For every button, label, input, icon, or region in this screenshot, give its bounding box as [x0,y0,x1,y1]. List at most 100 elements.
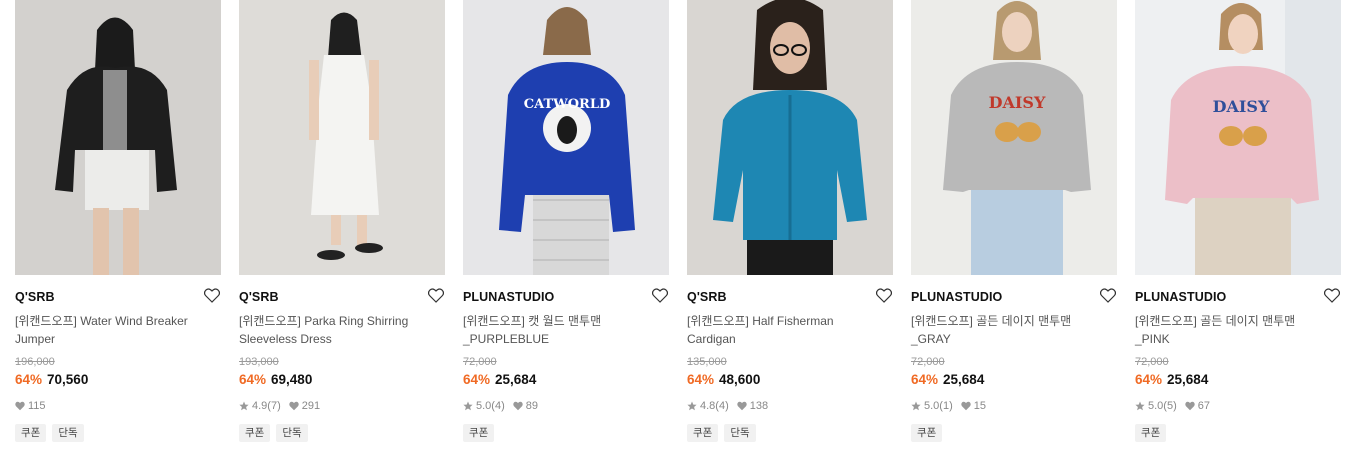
graphic-text: DAISY [989,93,1046,112]
product-name-line2: Sleeveless Dress [239,332,332,346]
original-price: 196,000 [15,356,55,368]
sale-price: 48,600 [719,372,761,387]
star-icon [1135,401,1145,411]
tag-list: 쿠폰 [463,424,500,442]
review-count: (4) [491,400,505,412]
product-name[interactable]: [위캔드오프] 캣 월드 맨투맨 _PURPLEBLUE [463,312,663,348]
product-card[interactable]: Q'SRB [위캔드오프] Parka Ring Shirring Sleeve… [239,0,445,460]
likes: 138 [737,400,768,412]
product-image[interactable]: CATWORLD [463,0,669,275]
graphic-text: DAISY [1213,97,1270,116]
discount-rate: 64% [1135,372,1163,387]
sale-price: 25,684 [1167,372,1209,387]
rating: 5.0 (1) [911,400,953,412]
heart-icon[interactable] [876,288,892,303]
like-count: 138 [749,400,769,412]
product-name-line2: Jumper [15,332,56,346]
product-card[interactable]: DAISY PLUNASTUDIO [위캔드오프] 골든 데이지 맨투맨 _GR… [911,0,1117,460]
brand-name[interactable]: PLUNASTUDIO [1135,290,1226,304]
product-name[interactable]: [위캔드오프] 골든 데이지 맨투맨 _GRAY [911,312,1111,348]
price-line: 64% 25,684 [463,372,536,387]
exclusive-tag: 단독 [276,424,308,442]
review-count: (7) [267,400,281,412]
product-name[interactable]: [위캔드오프] 골든 데이지 맨투맨 _PINK [1135,312,1335,348]
sale-price: 70,560 [47,372,89,387]
likes: 67 [1185,400,1210,412]
sale-price: 25,684 [495,372,537,387]
coupon-tag: 쿠폰 [687,424,719,442]
product-image[interactable]: DAISY [1135,0,1341,275]
brand-name[interactable]: Q'SRB [239,290,279,304]
brand-name[interactable]: PLUNASTUDIO [911,290,1002,304]
discount-rate: 64% [463,372,491,387]
price-line: 64% 25,684 [911,372,984,387]
like-heart-icon [1185,401,1195,411]
rating-value: 4.9 [252,400,268,412]
product-name-line1: [위캔드오프] 골든 데이지 맨투맨 [1135,314,1296,328]
product-name-line1: [위캔드오프] Water Wind Breaker [15,314,188,328]
rating-value: 5.0 [476,400,492,412]
product-image[interactable] [687,0,893,275]
product-image[interactable] [15,0,221,275]
sale-price: 25,684 [943,372,985,387]
graphic-text: CATWORLD [524,97,611,112]
review-count: (4) [715,400,729,412]
heart-icon[interactable] [204,288,220,303]
discount-rate: 64% [239,372,267,387]
product-name-line1: [위캔드오프] Half Fisherman [687,314,834,328]
brand-name[interactable]: Q'SRB [15,290,55,304]
like-heart-icon [961,401,971,411]
like-count: 67 [1197,400,1210,412]
product-name[interactable]: [위캔드오프] Parka Ring Shirring Sleeveless D… [239,312,439,348]
product-photo: CATWORLD [463,0,669,275]
brand-name[interactable]: Q'SRB [687,290,727,304]
original-price: 193,000 [239,356,279,368]
product-image[interactable]: DAISY [911,0,1117,275]
like-count: 115 [28,400,46,412]
product-image[interactable] [239,0,445,275]
product-name-line2: _GRAY [911,332,951,346]
tag-list: 쿠폰 단독 [687,424,762,442]
product-card[interactable]: CATWORLD PLUNASTUDIO [위캔드오프] 캣 월드 맨투맨 _P… [463,0,669,460]
coupon-tag: 쿠폰 [463,424,495,442]
heart-icon[interactable] [1324,288,1340,303]
product-card[interactable]: Q'SRB [위캔드오프] Half Fisherman Cardigan 13… [687,0,893,460]
product-name-line2: Cardigan [687,332,736,346]
tag-list: 쿠폰 단독 [239,424,314,442]
product-name-line2: _PURPLEBLUE [463,332,550,346]
heart-icon[interactable] [428,288,444,303]
product-photo: DAISY [911,0,1117,275]
likes: 89 [513,400,538,412]
brand-name[interactable]: PLUNASTUDIO [463,290,554,304]
product-photo: DAISY [1135,0,1341,275]
product-card[interactable]: DAISY PLUNASTUDIO [위캔드오프] 골든 데이지 맨투맨 _PI… [1135,0,1341,460]
heart-icon[interactable] [652,288,668,303]
review-count: (1) [939,400,953,412]
rating: 4.8 (4) [687,400,729,412]
like-heart-icon [737,401,747,411]
product-name-line1: [위캔드오프] 골든 데이지 맨투맨 [911,314,1072,328]
discount-rate: 64% [687,372,715,387]
original-price: 72,000 [463,356,497,368]
tag-list: 쿠폰 [1135,424,1172,442]
star-icon [463,401,473,411]
product-name[interactable]: [위캔드오프] Half Fisherman Cardigan [687,312,887,348]
star-icon [239,401,249,411]
product-photo [239,0,445,275]
like-heart-icon [513,401,523,411]
original-price: 135,000 [687,356,727,368]
product-name[interactable]: [위캔드오프] Water Wind Breaker Jumper [15,312,215,348]
review-count: (5) [1163,400,1177,412]
sale-price: 69,480 [271,372,313,387]
product-stats: 5.0 (1) 15 [911,400,994,412]
exclusive-tag: 단독 [52,424,84,442]
coupon-tag: 쿠폰 [1135,424,1167,442]
heart-icon[interactable] [1100,288,1116,303]
product-photo [687,0,893,275]
exclusive-tag: 단독 [724,424,756,442]
product-name-line1: [위캔드오프] 캣 월드 맨투맨 [463,314,602,328]
rating-value: 5.0 [1148,400,1164,412]
like-heart-icon [15,401,25,411]
rating-value: 4.8 [700,400,716,412]
product-card[interactable]: Q'SRB [위캔드오프] Water Wind Breaker Jumper … [15,0,221,460]
